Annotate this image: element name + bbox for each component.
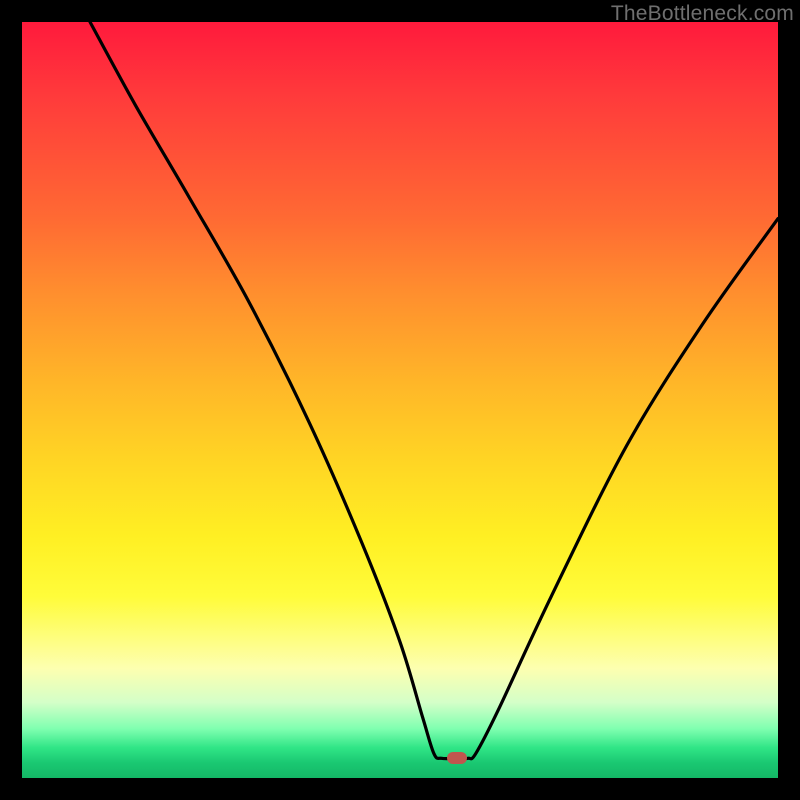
bottleneck-curve [22, 22, 778, 778]
optimum-marker [447, 752, 467, 764]
chart-frame [22, 22, 778, 778]
watermark-text: TheBottleneck.com [611, 2, 794, 26]
